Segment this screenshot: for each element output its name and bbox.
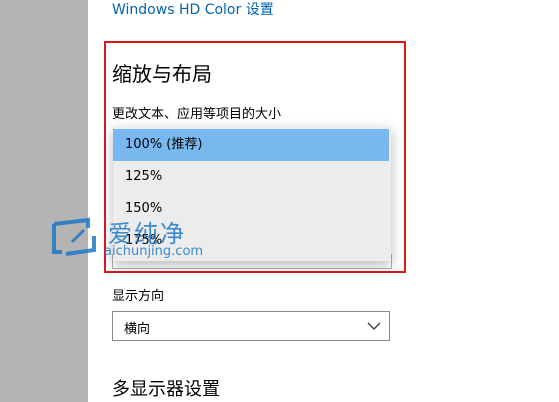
orientation-value: 横向	[124, 322, 151, 337]
scale-option-150[interactable]: 150%	[113, 193, 389, 225]
orientation-select[interactable]: 横向	[112, 311, 390, 341]
chevron-down-icon	[367, 322, 381, 330]
orientation-label: 显示方向	[112, 289, 165, 304]
scale-layout-title: 缩放与布局	[112, 62, 212, 86]
multi-display-title: 多显示器设置	[112, 379, 220, 400]
scale-option-175[interactable]: 175%	[113, 225, 389, 257]
left-rail	[0, 0, 88, 402]
scale-option-100[interactable]: 100% (推荐)	[113, 129, 389, 161]
hd-color-settings-link[interactable]: Windows HD Color 设置	[112, 0, 274, 19]
scale-label: 更改文本、应用等项目的大小	[112, 107, 282, 122]
scale-dropdown[interactable]: 100% (推荐) 125% 150% 175%	[113, 127, 391, 261]
scale-option-125[interactable]: 125%	[113, 161, 389, 193]
